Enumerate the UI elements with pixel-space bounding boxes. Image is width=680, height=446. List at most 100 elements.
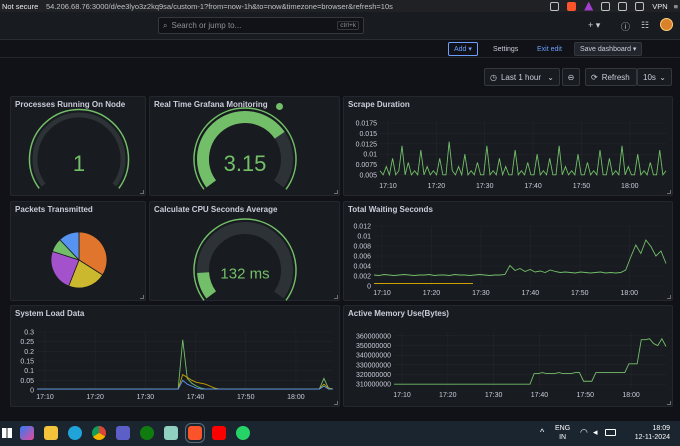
x-tick-label: 17:20 bbox=[86, 394, 104, 401]
browser-address-bar: Not secure 54.206.68.76:3000/d/ee3lyo3z2… bbox=[0, 0, 680, 12]
x-tick-label: 17:40 bbox=[522, 290, 540, 297]
series-line bbox=[37, 379, 333, 390]
panel-processes-running[interactable]: Processes Running On Node 1 bbox=[10, 96, 146, 196]
gauge-cpu: 132 ms bbox=[193, 218, 297, 301]
resize-handle[interactable] bbox=[667, 401, 671, 405]
y-tick-label: 0.1 bbox=[24, 368, 34, 375]
y-tick-label: 0 bbox=[30, 388, 34, 395]
x-tick-label: 18:00 bbox=[622, 392, 640, 399]
url-text[interactable]: 54.206.68.76:3000/d/ee3lyo3z2kq9sa/custo… bbox=[46, 2, 550, 11]
gauge-realtime: 3.15 bbox=[193, 107, 297, 190]
notes-icon[interactable] bbox=[164, 426, 178, 440]
y-tick-label: 0.2 bbox=[24, 349, 34, 356]
settings-button[interactable]: Settings bbox=[488, 42, 523, 56]
refresh-interval-picker[interactable]: 10s ⌄ bbox=[637, 68, 672, 86]
youtube-icon[interactable] bbox=[212, 426, 226, 440]
y-tick-label: 0 bbox=[367, 284, 371, 291]
help-icon[interactable]: ⓘ bbox=[621, 20, 630, 33]
battery-icon[interactable] bbox=[605, 429, 616, 436]
series-line bbox=[373, 239, 667, 276]
copilot-icon[interactable] bbox=[20, 426, 34, 440]
brave-rewards-icon[interactable] bbox=[584, 1, 594, 11]
x-tick-label: 17:30 bbox=[476, 183, 494, 190]
y-tick-label: 0.008 bbox=[353, 244, 371, 251]
y-tick-label: 0.015 bbox=[359, 131, 377, 138]
clock[interactable]: 18:09 12-11-2024 bbox=[622, 424, 670, 442]
resize-handle[interactable] bbox=[334, 190, 338, 194]
resize-handle[interactable] bbox=[334, 401, 338, 405]
file-explorer-icon[interactable] bbox=[44, 426, 58, 440]
resize-handle[interactable] bbox=[334, 295, 338, 299]
chart-scrape-duration: 0.0175 0.015 0.0125 0.01 0.0075 0.00517:10 17:… bbox=[356, 121, 667, 190]
brave-shield-icon[interactable] bbox=[567, 1, 577, 11]
panel-realtime-monitoring[interactable]: Real Time Grafana Monitoring 3.15 bbox=[149, 96, 340, 196]
zoom-out-button[interactable]: ⊖ bbox=[562, 68, 580, 86]
extensions-icon[interactable] bbox=[618, 1, 628, 11]
panel-active-memory[interactable]: Active Memory Use(Bytes) 360000000 350000… bbox=[343, 305, 673, 407]
user-avatar[interactable] bbox=[660, 18, 673, 31]
language-indicator[interactable]: ENG IN bbox=[555, 424, 570, 442]
x-tick-label: 17:20 bbox=[439, 392, 457, 399]
wifi-icon[interactable]: ◠ bbox=[580, 427, 588, 438]
refresh-label: Refresh bbox=[601, 72, 630, 82]
search-icon: ⌕ bbox=[163, 20, 168, 30]
y-tick-label: 0.3 bbox=[24, 330, 34, 337]
gauge-value: 132 ms bbox=[220, 265, 269, 282]
start-icon[interactable] bbox=[2, 428, 12, 438]
x-tick-label: 17:40 bbox=[187, 394, 205, 401]
chrome-icon[interactable] bbox=[92, 426, 106, 440]
new-icon[interactable]: + ▾ bbox=[588, 20, 600, 31]
zoom-out-icon: ⊖ bbox=[567, 72, 575, 82]
panel-cpu-seconds[interactable]: Calculate CPU Seconds Average 132 ms bbox=[149, 201, 340, 301]
resize-handle[interactable] bbox=[140, 190, 144, 194]
y-tick-label: 0.0175 bbox=[356, 121, 378, 128]
y-tick-label: 0.004 bbox=[353, 264, 371, 271]
news-icon[interactable]: ☷ bbox=[641, 20, 649, 31]
resize-handle[interactable] bbox=[667, 190, 671, 194]
y-tick-label: 360000000 bbox=[356, 333, 391, 340]
search-input[interactable]: ⌕ Search or jump to... ctrl+k bbox=[158, 17, 364, 34]
panel-packets-transmitted[interactable]: Packets Transmitted bbox=[10, 201, 146, 301]
refresh-interval: 10s bbox=[643, 72, 656, 82]
x-tick-label: 17:30 bbox=[137, 394, 155, 401]
exit-edit-button[interactable]: Exit edit bbox=[532, 42, 567, 56]
panel-total-waiting[interactable]: Total Waiting Seconds 0.012 0.01 0.008 0.00… bbox=[343, 201, 673, 301]
panel-scrape-duration[interactable]: Scrape Duration 0.0175 0.015 0.0125 0.01 0.0… bbox=[343, 96, 673, 196]
security-label[interactable]: Not secure bbox=[0, 2, 46, 11]
volume-icon[interactable]: ◂ bbox=[593, 427, 598, 438]
sidebar-icon[interactable] bbox=[601, 1, 611, 11]
y-tick-label: 0.002 bbox=[353, 274, 371, 281]
chart-system-load: 0.3 0.25 0.2 0.15 0.1 0.05 017:10 17:20 17:30 17:… bbox=[20, 330, 334, 401]
series-line bbox=[37, 339, 334, 390]
x-tick-label: 18:00 bbox=[621, 183, 639, 190]
save-dashboard-button[interactable]: Save dashboard ▾ bbox=[574, 42, 643, 56]
vpn-label[interactable]: VPN bbox=[652, 2, 667, 11]
add-button[interactable]: Add ▾ bbox=[448, 42, 478, 56]
x-tick-label: 17:20 bbox=[428, 183, 446, 190]
y-tick-label: 330000000 bbox=[356, 362, 391, 369]
y-tick-label: 0.012 bbox=[353, 224, 371, 231]
panel-system-load[interactable]: System Load Data 0.3 0.25 0.2 0.15 0.1 0.05 0 1… bbox=[10, 305, 340, 407]
x-tick-label: 17:50 bbox=[237, 394, 255, 401]
app-icon[interactable] bbox=[116, 426, 130, 440]
refresh-button[interactable]: ⟳ Refresh bbox=[585, 68, 637, 86]
search-shortcut: ctrl+k bbox=[337, 21, 359, 30]
clock-icon: ◷ bbox=[490, 72, 497, 82]
chart-active-memory: 360000000 350000000 340000000 330000000 3200… bbox=[356, 332, 667, 399]
edge-icon[interactable] bbox=[68, 426, 82, 440]
xbox-icon[interactable] bbox=[140, 426, 154, 440]
resize-handle[interactable] bbox=[667, 295, 671, 299]
x-tick-label: 17:30 bbox=[472, 290, 490, 297]
menu-icon[interactable]: ≡ bbox=[674, 2, 678, 11]
resize-handle[interactable] bbox=[140, 295, 144, 299]
brave-taskbar-icon[interactable] bbox=[185, 423, 205, 443]
share-icon[interactable] bbox=[550, 1, 560, 11]
wallet-icon[interactable] bbox=[635, 1, 645, 11]
time-range-picker[interactable]: ◷ Last 1 hour ⌄ bbox=[484, 68, 560, 86]
windows-taskbar: ^ ENG IN ◠ ◂ 18:09 12-11-2024 bbox=[0, 421, 680, 446]
x-tick-label: 17:20 bbox=[423, 290, 441, 297]
y-tick-label: 0.01 bbox=[357, 234, 371, 241]
whatsapp-icon[interactable] bbox=[236, 426, 250, 440]
tray-chevron-icon[interactable]: ^ bbox=[540, 427, 544, 437]
x-tick-label: 17:10 bbox=[373, 290, 391, 297]
